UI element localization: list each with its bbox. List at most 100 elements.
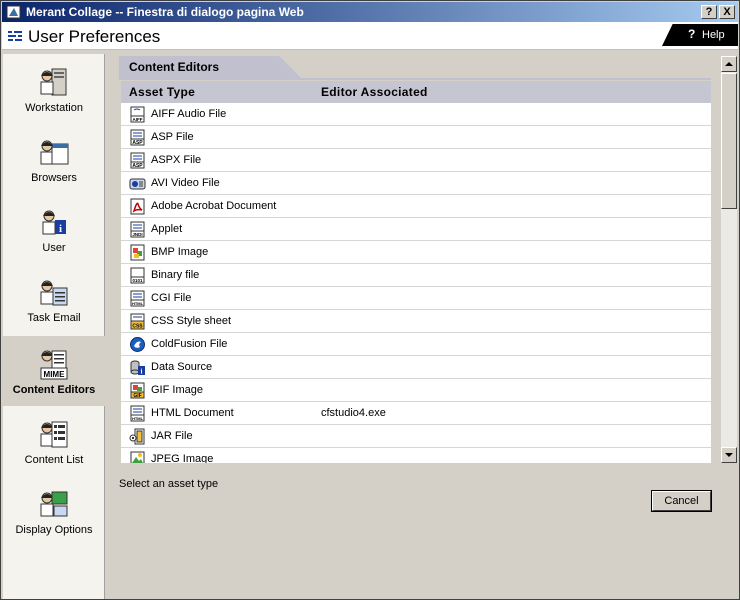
sidebar-item-label: Workstation <box>25 102 83 114</box>
table-row[interactable]: GIF GIF Image <box>121 379 711 402</box>
svg-text:HTML: HTML <box>132 416 144 421</box>
scroll-up-button[interactable] <box>721 56 737 72</box>
table-row[interactable]: JAR File <box>121 425 711 448</box>
table-row[interactable]: JPEG Image <box>121 448 711 463</box>
asset-type-name: ASP File <box>151 131 194 143</box>
svg-text:ASP: ASP <box>132 163 143 169</box>
header-bar: User Preferences ? Help <box>2 22 738 50</box>
status-text: Select an asset type <box>119 478 219 490</box>
sidebar-item-label: Content Editors <box>12 384 96 396</box>
svg-text:ASP: ASP <box>132 140 143 146</box>
preferences-icon <box>8 31 22 41</box>
display-options-icon <box>40 491 68 517</box>
table-row[interactable]: JNDI Applet <box>121 218 711 241</box>
asp-icon: ASP <box>130 129 145 146</box>
cancel-button[interactable]: Cancel <box>652 491 711 511</box>
asset-type-name: CSS Style sheet <box>151 315 232 327</box>
column-header-asset-type: Asset Type <box>129 85 196 99</box>
asset-type-name: ASPX File <box>151 154 202 166</box>
tab-label: Content Editors <box>129 60 219 74</box>
editor-associated: cfstudio4.exe <box>321 407 386 419</box>
help-button[interactable]: ? Help <box>662 24 738 46</box>
table-row[interactable]: ColdFusion File <box>121 333 711 356</box>
asset-type-name: GIF Image <box>151 384 203 396</box>
asset-type-name: Binary file <box>151 269 200 281</box>
content-list-icon <box>40 421 68 448</box>
sidebar-item-browsers[interactable]: Browsers <box>3 124 105 194</box>
sidebar-item-label: Task Email <box>27 312 81 324</box>
applet-icon: JNDI <box>130 221 145 238</box>
bmp-icon <box>130 244 145 261</box>
svg-text:AIFF: AIFF <box>133 117 143 122</box>
arrow-down-icon <box>725 453 733 457</box>
window-title: Merant Collage -- Finestra di dialogo pa… <box>26 5 304 19</box>
html-icon: HTML <box>130 405 145 422</box>
aspx-icon: ASP <box>130 152 145 169</box>
app-icon <box>6 5 21 19</box>
avi-icon <box>129 178 146 190</box>
svg-text:CSS: CSS <box>132 324 143 330</box>
table-row[interactable]: CSS CSS Style sheet <box>121 310 711 333</box>
asset-type-name: BMP Image <box>151 246 209 258</box>
sidebar-item-label: Display Options <box>15 524 93 536</box>
asset-type-name: HTML Document <box>151 407 234 419</box>
sidebar-item-label: Content List <box>24 454 84 466</box>
table-header: Asset Type Editor Associated <box>121 81 711 103</box>
asset-type-name: CGI File <box>151 292 192 304</box>
scroll-down-button[interactable] <box>721 447 737 463</box>
sidebar-item-content-list[interactable]: Content List <box>3 406 105 476</box>
data-source-icon: i <box>130 360 145 376</box>
title-help-button[interactable]: ? <box>701 5 717 19</box>
svg-text:0101: 0101 <box>132 278 143 283</box>
asset-type-name: AVI Video File <box>151 177 220 189</box>
user-icon: i <box>42 210 66 235</box>
css-icon: CSS <box>130 313 145 330</box>
arrow-up-icon <box>725 62 733 66</box>
sidebar-item-task-email[interactable]: Task Email <box>3 264 105 334</box>
title-close-button[interactable]: X <box>719 5 735 19</box>
asset-type-name: Adobe Acrobat Document <box>151 200 277 212</box>
tab-content-editors: Content Editors <box>119 56 301 78</box>
table-row[interactable]: Adobe Acrobat Document <box>121 195 711 218</box>
asset-type-name: Applet <box>151 223 183 235</box>
asset-type-name: Data Source <box>151 361 213 373</box>
task-email-icon <box>40 280 68 306</box>
sidebar-item-workstation[interactable]: Workstation <box>3 54 105 124</box>
table-row[interactable]: ASP ASPX File <box>121 149 711 172</box>
asset-type-name: ColdFusion File <box>151 338 228 350</box>
table-row[interactable]: HTML HTML Document cfstudio4.exe <box>121 402 711 425</box>
table-row[interactable]: ASP ASP File <box>121 126 711 149</box>
asset-type-name: JPEG Image <box>151 453 214 463</box>
help-label: Help <box>702 29 725 41</box>
table-row[interactable]: BMP Image <box>121 241 711 264</box>
workstation-icon <box>40 68 67 96</box>
table-row[interactable]: 0101 Binary file <box>121 264 711 287</box>
svg-text:MIME: MIME <box>44 370 66 379</box>
jpeg-icon <box>130 451 145 463</box>
jar-icon <box>129 428 145 445</box>
table-row[interactable]: i Data Source <box>121 356 711 379</box>
svg-text:GIF: GIF <box>133 393 141 399</box>
pdf-icon <box>130 198 145 215</box>
asset-type-name: AIFF Audio File <box>151 108 227 120</box>
sidebar-item-display-options[interactable]: Display Options <box>3 476 105 546</box>
sidebar-item-user[interactable]: i User <box>3 194 105 264</box>
table-row[interactable]: AIFF AIFF Audio File <box>121 103 711 126</box>
browsers-icon <box>40 140 69 165</box>
column-header-editor: Editor Associated <box>321 85 428 99</box>
scroll-thumb[interactable] <box>721 73 737 209</box>
cgi-icon: HTML <box>130 290 145 307</box>
page-title: User Preferences <box>28 27 161 46</box>
table-row[interactable]: HTML CGI File <box>121 287 711 310</box>
svg-text:i: i <box>59 223 62 235</box>
svg-text:i: i <box>141 368 143 376</box>
list-scrollbar[interactable] <box>721 56 737 463</box>
gif-icon: GIF <box>130 382 145 399</box>
tab-underline <box>119 78 711 80</box>
svg-text:JNDI: JNDI <box>132 232 142 237</box>
binary-icon: 0101 <box>130 267 145 284</box>
dialog-window: Merant Collage -- Finestra di dialogo pa… <box>0 0 740 600</box>
sidebar-item-content-editors[interactable]: MIME Content Editors <box>3 336 105 406</box>
svg-text:HTML: HTML <box>132 301 144 306</box>
table-row[interactable]: AVI Video File <box>121 172 711 195</box>
